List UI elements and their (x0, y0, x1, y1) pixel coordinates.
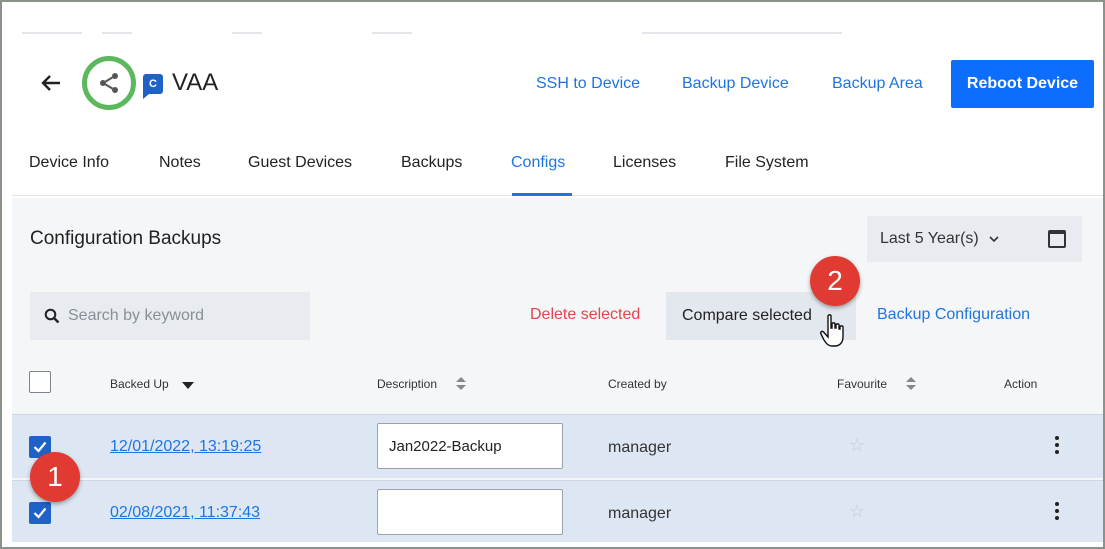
search-input[interactable] (68, 307, 298, 325)
tab-guest-devices[interactable]: Guest Devices (248, 154, 352, 172)
sort-icon (906, 377, 917, 393)
delete-selected-button[interactable]: Delete selected (530, 306, 640, 324)
tab-device-info[interactable]: Device Info (29, 154, 109, 172)
divider (642, 32, 842, 34)
reboot-device-button[interactable]: Reboot Device (951, 60, 1094, 108)
description-input[interactable] (377, 423, 563, 469)
hand-cursor-icon (820, 314, 844, 347)
step-marker-1: 1 (30, 452, 80, 502)
more-actions-icon[interactable] (1050, 433, 1064, 459)
device-header: C VAA SSH to Device Backup Device Backup… (2, 54, 1103, 114)
column-header-description[interactable]: Description (377, 377, 467, 393)
backup-configuration-button[interactable]: Backup Configuration (877, 306, 1030, 324)
created-by: manager (608, 439, 672, 456)
backup-device-link[interactable]: Backup Device (682, 75, 789, 93)
period-select[interactable]: Last 5 Year(s) (867, 216, 1082, 262)
tab-file-system[interactable]: File System (725, 154, 809, 172)
tab-configs[interactable]: Configs (511, 154, 565, 172)
created-by: manager (608, 505, 672, 522)
tab-licenses[interactable]: Licenses (613, 154, 676, 172)
column-header-favourite[interactable]: Favourite (837, 377, 917, 393)
sort-desc-icon (182, 378, 195, 392)
tab-bar: Device Info Notes Guest Devices Backups … (12, 132, 1103, 196)
period-label: Last 5 Year(s) (880, 230, 979, 247)
chevron-down-icon (989, 232, 999, 246)
table-row[interactable]: 12/01/2022, 13:19:25 manager ☆ (12, 414, 1103, 478)
select-all-checkbox[interactable] (29, 371, 51, 393)
column-label: Backed Up (110, 377, 169, 391)
step-marker-2: 2 (810, 256, 860, 306)
sort-icon (456, 377, 467, 393)
column-header-created-by[interactable]: Created by (608, 377, 667, 391)
more-actions-icon[interactable] (1050, 499, 1064, 525)
tab-backups[interactable]: Backups (401, 154, 462, 172)
backup-date-link[interactable]: 12/01/2022, 13:19:25 (110, 438, 261, 456)
calendar-icon[interactable] (1048, 230, 1066, 248)
table-row[interactable]: 02/08/2021, 11:37:43 manager ☆ (12, 480, 1103, 544)
ssh-to-device-link[interactable]: SSH to Device (536, 75, 640, 93)
config-backups-panel: Configuration Backups Last 5 Year(s) Del… (12, 198, 1103, 547)
device-name: VAA (172, 69, 219, 96)
search-icon (44, 308, 60, 324)
active-tab-indicator (512, 193, 572, 196)
divider (22, 32, 82, 34)
column-label: Favourite (837, 377, 888, 392)
favourite-star-icon[interactable]: ☆ (849, 501, 865, 522)
bottom-strip (2, 542, 1103, 547)
backup-date-link[interactable]: 02/08/2021, 11:37:43 (110, 504, 260, 522)
backup-area-link[interactable]: Backup Area (832, 75, 923, 93)
back-arrow-icon[interactable] (38, 72, 64, 98)
tab-notes[interactable]: Notes (159, 154, 201, 172)
favourite-star-icon[interactable]: ☆ (849, 435, 865, 456)
device-badge-letter: C (149, 78, 157, 90)
section-title: Configuration Backups (30, 228, 222, 249)
column-label: Description (377, 377, 438, 392)
column-header-action: Action (1004, 377, 1038, 391)
search-box[interactable] (30, 292, 310, 340)
row-checkbox[interactable] (29, 502, 51, 524)
device-type-icon: C (143, 74, 163, 99)
app-window: C VAA SSH to Device Backup Device Backup… (0, 0, 1105, 549)
top-strip (2, 2, 1103, 42)
description-input[interactable] (377, 489, 563, 535)
divider (102, 32, 132, 34)
share-icon[interactable] (82, 56, 136, 110)
divider (372, 32, 412, 34)
column-header-backed-up[interactable]: Backed Up (110, 377, 195, 392)
compare-selected-label: Compare selected (682, 307, 812, 324)
divider (232, 32, 262, 34)
